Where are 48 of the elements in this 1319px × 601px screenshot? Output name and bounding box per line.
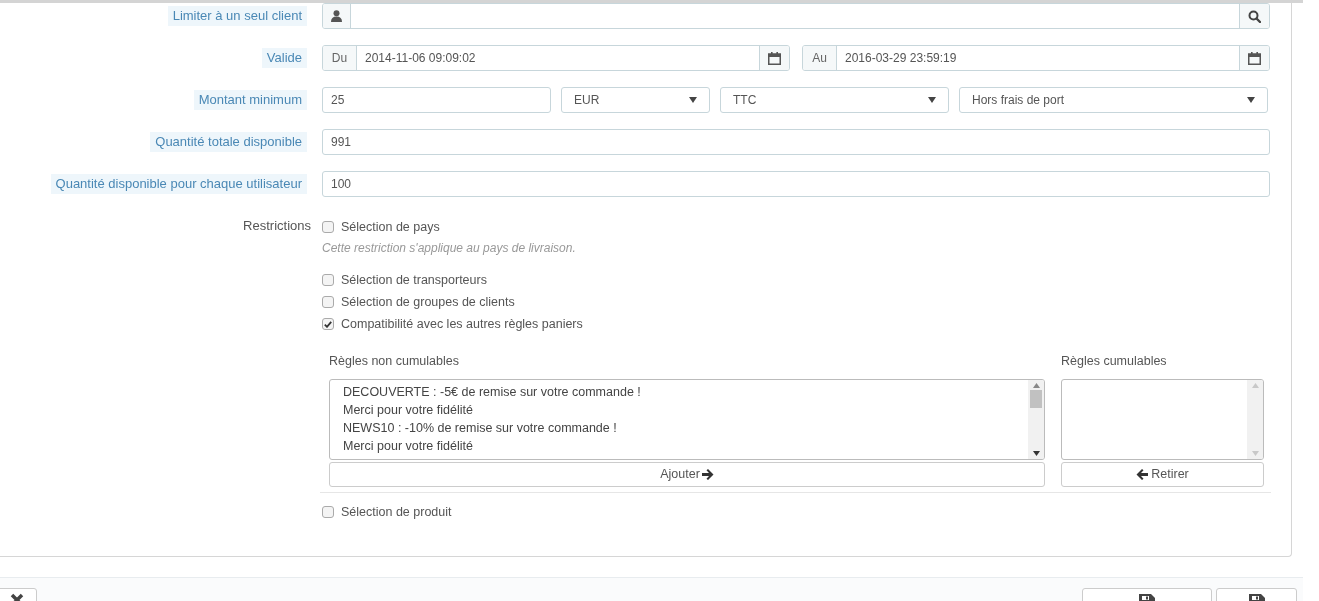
checkbox-label[interactable]: Sélection de transporteurs xyxy=(341,270,487,290)
checkbox-label[interactable]: Sélection de produit xyxy=(341,502,452,522)
checkbox[interactable] xyxy=(322,318,334,330)
checkbox-label[interactable]: Sélection de groupes de clients xyxy=(341,292,515,312)
caret-icon xyxy=(928,97,936,103)
client-search-field[interactable] xyxy=(322,3,1270,29)
text-field[interactable]: 100 xyxy=(322,171,1270,197)
rules-listbox[interactable] xyxy=(1061,379,1264,460)
caret-icon xyxy=(689,97,697,103)
scroll-down-icon[interactable] xyxy=(1032,451,1040,456)
checkbox[interactable] xyxy=(322,296,334,308)
dropdown[interactable]: TTC xyxy=(720,87,949,113)
list-option[interactable]: Merci pour votre fidélité xyxy=(343,401,1028,419)
list-option[interactable]: Merci pour votre fidélité xyxy=(343,437,1028,455)
rules-listbox[interactable]: DECOUVERTE : -5€ de remise sur votre commande ! Merci pour votre fidélité NEWS10 : -10% de remise sur votre commande ! Merci pour votre fidélité xyxy=(329,379,1045,460)
dropdown[interactable]: Hors frais de port xyxy=(959,87,1268,113)
arrow-right-icon xyxy=(701,469,714,480)
checkbox[interactable] xyxy=(322,221,334,233)
user-icon xyxy=(331,10,342,22)
field-label: Valide xyxy=(261,48,307,68)
field-label: Quantité disponible pour chaque utilisateur xyxy=(50,174,307,194)
field-label: Quantité totale disponible xyxy=(150,132,307,152)
arrow-left-icon xyxy=(1136,469,1149,480)
help-text: Cette restriction s'applique au pays de livraison. xyxy=(322,240,577,257)
search-icon xyxy=(1248,9,1261,23)
dropdown[interactable]: EUR xyxy=(561,87,710,113)
add-button[interactable]: Ajouter xyxy=(329,462,1045,487)
list-option[interactable]: DECOUVERTE : -5€ de remise sur votre commande ! xyxy=(343,383,1028,401)
list-option[interactable]: NEWS10 : -10% de remise sur votre commande ! xyxy=(343,419,1028,437)
scrollbar[interactable] xyxy=(1247,380,1263,459)
scrollbar[interactable] xyxy=(1028,380,1044,459)
scroll-up-icon[interactable] xyxy=(1251,383,1259,388)
text-field[interactable]: 25 xyxy=(322,87,551,113)
field-label: Montant minimum xyxy=(193,90,307,110)
remove-button[interactable]: Retirer xyxy=(1061,462,1264,487)
scroll-up-icon[interactable] xyxy=(1032,383,1040,388)
text-field[interactable]: 991 xyxy=(322,129,1270,155)
checkbox-label[interactable]: Sélection de pays xyxy=(341,217,440,237)
restrictions-label: Restrictions xyxy=(243,218,311,233)
list-heading: Règles non cumulables xyxy=(329,353,460,369)
checkbox-label[interactable]: Compatibilité avec les autres règles paniers xyxy=(341,314,583,334)
checkbox[interactable] xyxy=(322,506,334,518)
scrollbar-thumb[interactable] xyxy=(1030,390,1042,408)
caret-icon xyxy=(1247,97,1255,103)
checkbox[interactable] xyxy=(322,274,334,286)
check-icon xyxy=(324,320,332,328)
list-heading: Règles cumulables xyxy=(1061,353,1168,369)
field-label: Limiter à un seul client xyxy=(167,6,307,26)
